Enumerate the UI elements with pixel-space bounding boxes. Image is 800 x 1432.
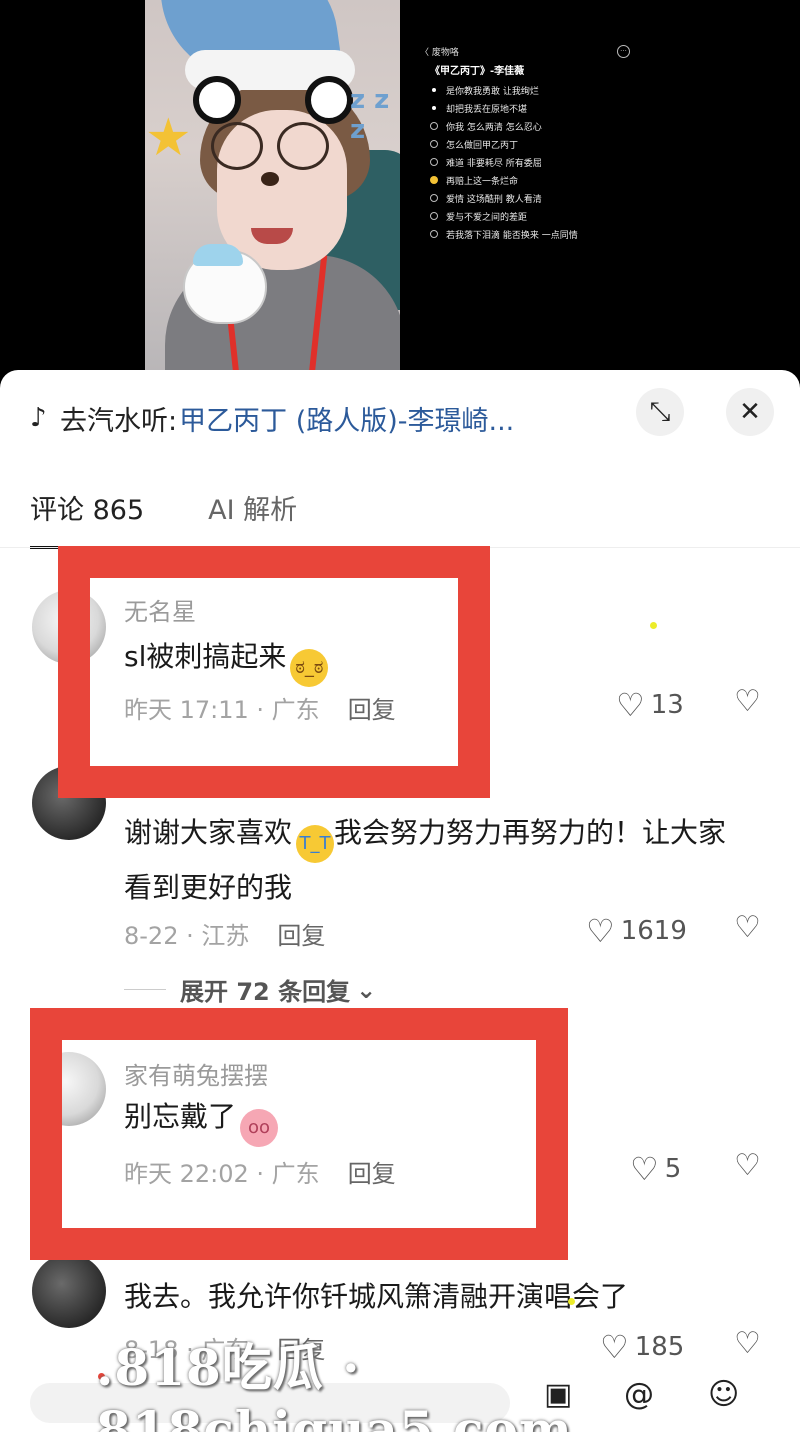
zzz-sticker: z z z [350,85,390,145]
bear-ear-sticker [193,76,241,124]
comment-text: 谢谢大家喜欢 T_T 我会努力努力再努力的！让大家看到更好的我 [124,816,727,904]
bullet-icon [432,88,436,92]
radio-icon [430,140,438,148]
yellow-dot [650,622,657,629]
radio-icon [430,158,438,166]
expand-icon[interactable]: ⤡ [636,388,684,436]
song-title-link[interactable]: 甲乙丙丁 (路人版)-李璟崎... [179,399,514,438]
lyrics-panel: 〈 废物咯 ··· 《甲乙丙丁》-李佳薇 是你教我勇敢 让我绚烂 却把我丢在原地… [420,42,680,243]
radio-icon [430,122,438,130]
heart-icon: ♡ [586,912,615,950]
close-icon[interactable]: ✕ [726,388,774,436]
check-icon [430,176,438,184]
more-icon[interactable]: ··· [617,44,630,58]
lyric-line: 若我落下泪滴 能否换来 一点同情 [420,225,680,243]
lyric-line: 爱情 这场酷刑 教人看清 [420,189,680,207]
tab-comments[interactable]: 评论 865 [30,488,145,549]
heart-icon: ♡ [616,686,645,724]
radio-icon [430,230,438,238]
like-button[interactable]: ♡ 13 [616,686,684,724]
like-count: 5 [664,1154,682,1184]
lyric-line: 怎么做回甲乙丙丁 [420,135,680,153]
tab-ai-analysis[interactable]: AI 解析 [208,488,297,549]
lyric-line: 是你教我勇敢 让我绚烂 [420,81,680,99]
lyric-line: 难道 非要耗尽 所有委屈 [420,153,680,171]
music-note-icon: ♪ [30,403,47,433]
comment-text: 我去。我允许你钎城风箫清融开演唱会了 [124,1280,629,1313]
highlight-box [58,546,490,798]
comment-meta: 8-22 · 江苏 回复 [124,916,325,951]
crying-emoji-icon: T_T [296,825,335,863]
bear-nose-sticker [261,172,279,186]
video-player[interactable]: z z z ★ 〈 废物咯 ··· 《甲乙丙丁》-李佳薇 是你教我勇敢 让我绚烂… [0,0,800,390]
radio-icon [430,194,438,202]
lyrics-back-label[interactable]: 〈 废物咯 [420,45,459,58]
broken-heart-icon[interactable]: ♡ [734,910,761,945]
comment-time-location: 8-22 · 江苏 [124,922,250,950]
song-prefix: 去汽水听: [60,405,178,437]
watermark: .818吃瓜 · 818chigua5.com [96,1338,573,1432]
bear-ear-sticker [305,76,353,124]
divider [124,989,166,990]
lyric-line: 却把我丢在原地不堪 [420,99,680,117]
expand-replies-label: 展开 72 条回复 [180,978,351,1006]
radio-icon [430,212,438,220]
broken-heart-icon[interactable]: ♡ [734,1148,761,1183]
webcam-feed: z z z ★ [145,0,400,372]
tab-bar: 评论 865 AI 解析 [30,488,361,549]
bullet-icon [432,106,436,110]
comment-sheet: ♪ 去汽水听: 甲乙丙丁 (路人版)-李璟崎... ⤡ ✕ 评论 865 AI … [0,370,800,1432]
star-sticker: ★ [145,108,192,168]
yellow-dot [568,1298,575,1305]
lyric-line: 你我 怎么两清 怎么忍心 [420,117,680,135]
avatar[interactable] [32,1254,106,1328]
like-count: 1619 [620,916,687,946]
chevron-down-icon: ⌄ [356,975,377,1004]
glasses [277,122,329,170]
like-button[interactable]: ♡ 1619 [586,912,687,950]
expand-replies-button[interactable]: 展开 72 条回复 ⌄ [124,972,376,1007]
lyrics-title: 《甲乙丙丁》-李佳薇 [430,66,525,77]
heart-icon: ♡ [630,1150,659,1188]
reply-button[interactable]: 回复 [277,922,325,950]
like-button[interactable]: ♡ 5 [630,1150,681,1188]
like-count: 13 [650,690,684,720]
lyric-line: 爱与不爱之间的差距 [420,207,680,225]
highlight-box [30,1008,568,1260]
broken-heart-icon[interactable]: ♡ [734,684,761,719]
seal-cap-sticker [193,244,243,266]
lyric-line-current: 再赔上这一条烂命 [420,171,680,189]
glasses [211,122,263,170]
